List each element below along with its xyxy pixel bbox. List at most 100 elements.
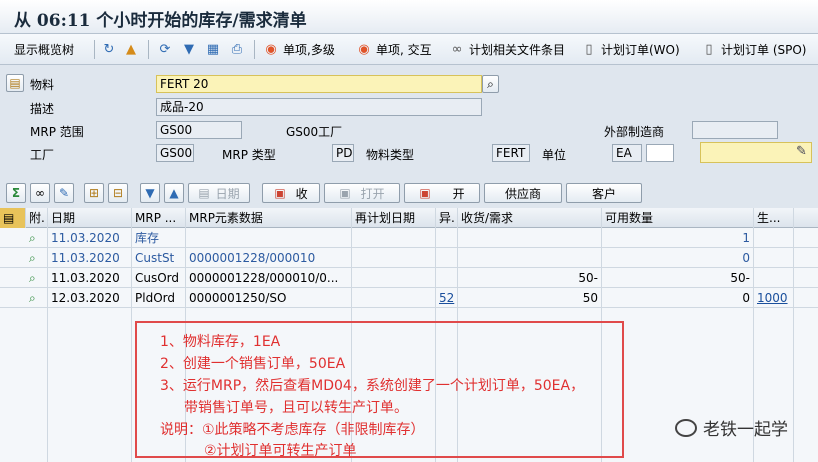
reload-icon[interactable]: ⟳ (156, 39, 177, 60)
detail-icon[interactable]: ⌕ (26, 288, 48, 308)
row-data (186, 228, 352, 248)
wechat-icon (675, 418, 697, 437)
single-interactive-button[interactable]: ◉ 单项, 交互 (355, 39, 431, 60)
column-header[interactable]: 可用数量 (602, 208, 754, 228)
hierarchy-icon[interactable]: ⊞ (84, 183, 104, 203)
annotation-line: 2、创建一个销售订单，50EA (160, 356, 346, 372)
column-header[interactable]: MRP元素数据 (186, 208, 352, 228)
row-quantity (458, 228, 602, 248)
target-icon: ◉ (358, 42, 370, 57)
planned-order-wo-button[interactable]: ▯ 计划订单(WO) (580, 39, 679, 60)
row-quantity: 50 (458, 288, 602, 308)
pencil-icon[interactable]: ✎ (796, 144, 807, 159)
row-element: CusOrd (132, 268, 186, 288)
row-available: 1 (602, 228, 754, 248)
detail-icon[interactable]: ⌕ (26, 248, 48, 268)
glasses-icon: ∞ (451, 42, 463, 57)
row-data: 0000001250/SO (186, 288, 352, 308)
column-header[interactable]: 收货/需求 (458, 208, 602, 228)
production-link[interactable]: 1000 (754, 288, 794, 308)
row-reschedule (352, 288, 436, 308)
overview-tree-button[interactable]: 显示概览树 (14, 39, 74, 60)
row-available: 0 (602, 248, 754, 268)
list-button-row: Σ ∞ ✎ ⊞ ⊟ ▼ ▲ ▤ 日期 ▣ 收 ▣ 打开 ▣ 开 供应商 客户 (0, 180, 818, 206)
plant-label: 工厂 (30, 148, 55, 162)
unit-label: 单位 (542, 148, 567, 162)
mrp-area-field: GS00 (156, 121, 242, 139)
annotation-line: 说明：①此策略不考虑库存（非限制库存） (160, 422, 425, 438)
row-exception (436, 268, 458, 288)
annotation-line: ②计划订单可转生产订单 (204, 443, 357, 459)
table-row[interactable]: ⌕ 12.03.2020 PldOrd 0000001250/SO 52 50 … (0, 288, 818, 308)
row-reschedule (352, 268, 436, 288)
vendor-button[interactable]: 供应商 (484, 183, 562, 203)
column-header[interactable]: MRP ... (132, 208, 186, 228)
column-header[interactable]: 生... (754, 208, 794, 228)
pencil-icon[interactable]: ✎ (54, 183, 74, 203)
document-icon[interactable]: ▦ (204, 39, 225, 60)
column-header[interactable]: 异. (436, 208, 458, 228)
sort-up-icon[interactable]: ▲ (164, 183, 184, 203)
detail-icon[interactable]: ⌕ (26, 228, 48, 248)
folder-icon[interactable]: ▤ (6, 74, 24, 92)
window-title: 从 06:11 个小时开始的库存/需求清单 (14, 11, 307, 31)
planning-icon[interactable]: ▲ (122, 39, 143, 60)
filter-icon[interactable]: ▼ (180, 39, 201, 60)
row-production (754, 248, 794, 268)
detail-icon[interactable]: ⌕ (26, 268, 48, 288)
row-production (754, 268, 794, 288)
column-header[interactable]: 再计划日期 (352, 208, 436, 228)
document-icon: ▯ (585, 42, 593, 57)
row-exception (436, 248, 458, 268)
annotation-line: 带销售订单号，且可以转生产订单。 (184, 400, 408, 416)
annotation-line: 1、物料库存，1EA (160, 334, 281, 350)
material-label: 物料 (30, 78, 55, 92)
row-reschedule (352, 248, 436, 268)
customer-button[interactable]: 客户 (566, 183, 642, 203)
row-element: 库存 (132, 228, 186, 248)
open-button[interactable]: ▣ 打开 (324, 183, 400, 203)
receipts-button[interactable]: ▣ 收 (262, 183, 320, 203)
row-reschedule (352, 228, 436, 248)
mrp-area-name: GS00工厂 (286, 125, 343, 139)
sum-icon[interactable]: Σ (6, 183, 26, 203)
toolbar-separator (254, 40, 255, 59)
row-available: 0 (602, 288, 754, 308)
unit-extra-field (646, 144, 674, 162)
table-row[interactable]: ⌕ 11.03.2020 CusOrd 0000001228/000010/0.… (0, 268, 818, 288)
title-bar: 从 06:11 个小时开始的库存/需求清单 (0, 0, 818, 34)
material-input[interactable]: FERT 20 (156, 75, 482, 93)
exception-link[interactable]: 52 (436, 288, 458, 308)
mrp-area-label: MRP 范围 (30, 125, 84, 139)
search-icon[interactable]: ⌕ (482, 75, 499, 93)
column-header[interactable]: 附. (26, 208, 48, 228)
glasses-icon[interactable]: ∞ (30, 183, 50, 203)
app-toolbar: 显示概览树 ↻ ▲ ⟳ ▼ ▦ ⎙ ◉ 单项,多级 ◉ 单项, 交互 ∞ 计划相关文件… (0, 34, 818, 65)
row-quantity (458, 248, 602, 268)
row-exception (436, 228, 458, 248)
target-icon: ◉ (265, 42, 277, 57)
mrp-type-field: PD (332, 144, 354, 162)
single-multi-button[interactable]: ◉ 单项,多级 (262, 39, 335, 60)
unit-field: EA (612, 144, 642, 162)
select-all-icon[interactable]: ▤ (0, 208, 26, 228)
table-row[interactable]: ⌕ 11.03.2020 CustSt 0000001228/000010 0 (0, 248, 818, 268)
description-field: 成品-20 (156, 98, 482, 116)
print-icon[interactable]: ⎙ (228, 39, 249, 60)
row-production (754, 228, 794, 248)
date-button[interactable]: ▤ 日期 (188, 183, 250, 203)
sort-down-icon[interactable]: ▼ (140, 183, 160, 203)
plan-file-items-button[interactable]: ∞ 计划相关文件条目 (448, 39, 565, 60)
column-header[interactable]: 日期 (48, 208, 132, 228)
header-area: ▤ 物料 FERT 20 ⌕ 描述 成品-20 MRP 范围 GS00 GS00… (0, 66, 818, 178)
open2-button[interactable]: ▣ 开 (404, 183, 480, 203)
table-row[interactable]: ⌕ 11.03.2020 库存 1 (0, 228, 818, 248)
hierarchy-icon[interactable]: ⊟ (108, 183, 128, 203)
row-data: 0000001228/000010 (186, 248, 352, 268)
external-manufacturer-field (692, 121, 778, 139)
row-date: 11.03.2020 (48, 268, 132, 288)
mrp-type-label: MRP 类型 (222, 148, 276, 162)
planned-order-spo-button[interactable]: ▯ 计划订单 (SPO) (700, 39, 806, 60)
refresh-icon[interactable]: ↻ (100, 39, 121, 60)
description-label: 描述 (30, 102, 55, 116)
